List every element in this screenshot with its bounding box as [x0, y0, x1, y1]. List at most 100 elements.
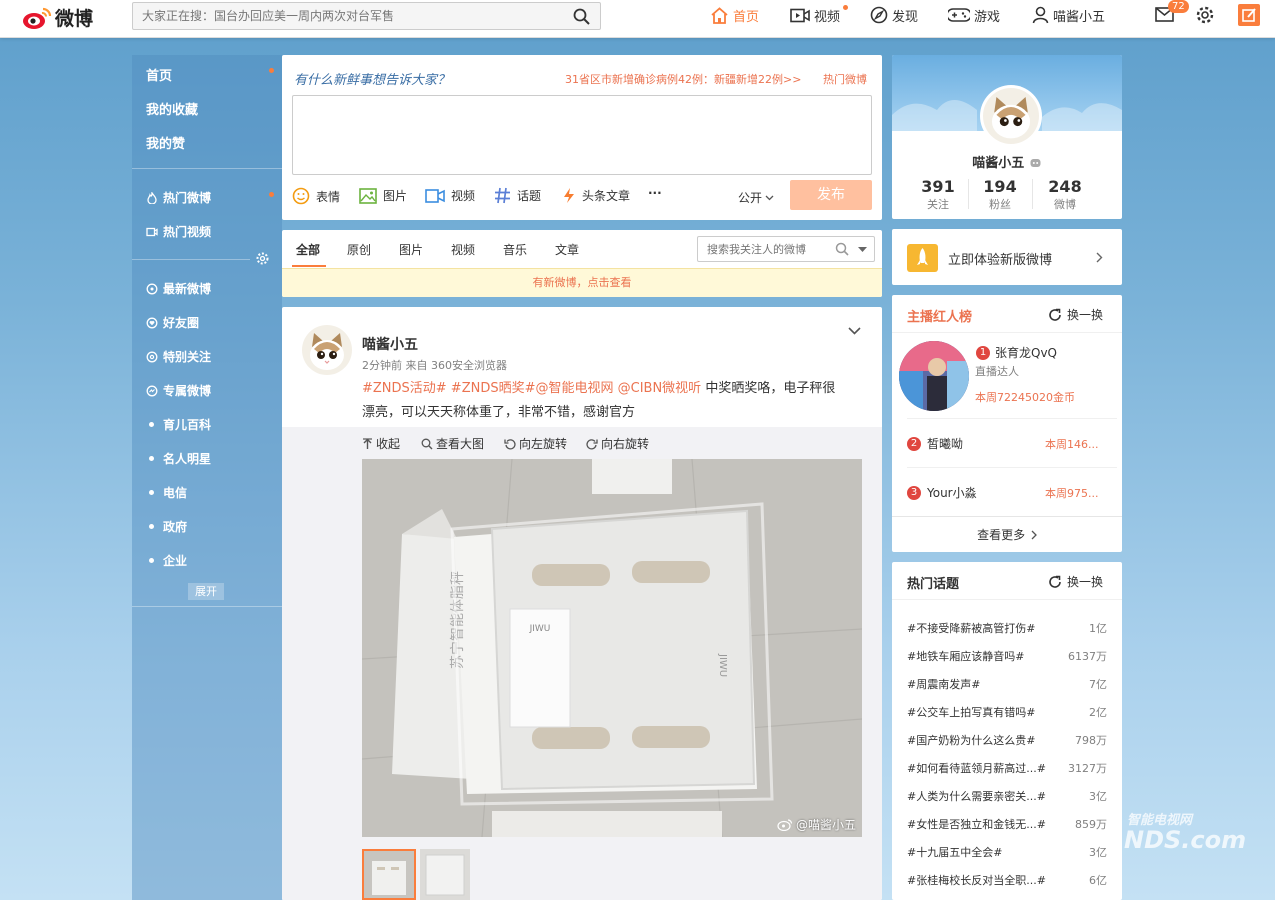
topic-row[interactable]: #张桂梅校长反对当全职...# 6亿	[907, 872, 1107, 888]
tab-videos[interactable]: 视频	[451, 241, 475, 258]
new-posts-notice[interactable]: 有新微博，点击查看	[282, 268, 882, 297]
weibo-mark-icon	[777, 819, 793, 831]
collapse-action[interactable]: 收起	[362, 435, 400, 452]
bullet-icon	[149, 524, 154, 529]
topic-row[interactable]: #地铁车厢应该静音吗# 6137万	[907, 648, 1107, 664]
topic-row[interactable]: #人类为什么需要亲密关...# 3亿	[907, 788, 1107, 804]
sidebar-item-hot-weibo[interactable]: 热门微博	[146, 189, 211, 206]
anchor-refresh-button[interactable]: 换一换	[1048, 306, 1103, 323]
sidebar-group-enterprise[interactable]: 企业	[146, 552, 187, 569]
topic-row[interactable]: #国产奶粉为什么这么贵# 798万	[907, 732, 1107, 748]
topic-row[interactable]: #女性是否独立和金钱无...# 859万	[907, 816, 1107, 832]
sidebar-item-latest[interactable]: 最新微博	[146, 280, 211, 297]
sidebar-item-favorites[interactable]: 我的收藏	[146, 99, 198, 118]
image-tool[interactable]: 图片	[359, 187, 407, 204]
sidebar-item-hot-video[interactable]: 热门视频	[146, 223, 211, 240]
expand-button[interactable]: 展开	[188, 583, 224, 600]
compose-button[interactable]	[1238, 4, 1260, 26]
sidebar-group-government[interactable]: 政府	[146, 518, 187, 535]
hot-new-dot	[269, 192, 274, 197]
sidebar-item-exclusive[interactable]: 专属微博	[146, 382, 211, 399]
sidebar-item-likes[interactable]: 我的赞	[146, 133, 185, 152]
topic-name: #人类为什么需要亲密关...#	[907, 790, 1046, 803]
hot-weibo-link[interactable]: 热门微博	[823, 71, 867, 87]
topic-row[interactable]: #公交车上拍写真有错吗# 2亿	[907, 704, 1107, 720]
tab-music[interactable]: 音乐	[503, 241, 527, 258]
post-avatar[interactable]	[302, 325, 352, 375]
nav-home[interactable]: 首页	[710, 0, 759, 30]
stat-posts[interactable]: 248 微博	[1030, 177, 1100, 212]
topic-row[interactable]: #周震南发声# 7亿	[907, 676, 1107, 692]
nav-video[interactable]: 视频	[790, 0, 840, 30]
settings-gear-icon[interactable]	[256, 252, 269, 265]
post-tags[interactable]: #ZNDS活动# #ZNDS晒奖#@智能电视网 @CIBN微视听	[362, 381, 701, 396]
nav-games[interactable]: 游戏	[948, 0, 1000, 30]
search-icon[interactable]	[573, 8, 590, 25]
new-version-banner[interactable]: 立即体验新版微博	[892, 229, 1122, 285]
profile-name[interactable]: 喵酱小五	[892, 152, 1122, 171]
sidebar-item-label: 我的收藏	[146, 103, 199, 118]
stat-label: 微博	[1054, 198, 1076, 211]
view-more-link[interactable]: 查看更多	[892, 526, 1122, 543]
profile-avatar[interactable]	[980, 85, 1042, 147]
chevron-down-icon[interactable]	[848, 327, 861, 335]
tab-images[interactable]: 图片	[399, 241, 423, 258]
more-tools-button[interactable]: ···	[648, 186, 662, 200]
anchor-3-row[interactable]: 3 Your小淼	[907, 484, 977, 501]
hot-news-link[interactable]: 31省区市新增确诊病例42例：新疆新增22例>>	[565, 71, 801, 87]
action-label: 向左旋转	[519, 437, 568, 451]
emoji-tool[interactable]: 表情	[292, 187, 340, 205]
sidebar-item-home[interactable]: 首页	[146, 65, 172, 84]
rocket-shape	[917, 248, 928, 265]
video-tool[interactable]: 视频	[425, 187, 475, 204]
rotate-left-action[interactable]: 向左旋转	[504, 435, 567, 452]
feed-search-box[interactable]	[697, 236, 875, 262]
sidebar-group-telecom[interactable]: 电信	[146, 484, 187, 501]
post-photo[interactable]: JIWU 苏宁智能体脂秤 JIWU @喵酱小五	[362, 459, 862, 837]
view-more-label: 查看更多	[977, 528, 1026, 542]
gear-icon[interactable]	[1196, 6, 1214, 24]
visibility-select[interactable]: 公开	[738, 189, 774, 206]
topics-refresh-button[interactable]: 换一换	[1048, 573, 1103, 590]
thumbnail-1[interactable]	[362, 849, 416, 900]
tab-articles[interactable]: 文章	[555, 241, 579, 258]
tab-original[interactable]: 原创	[347, 241, 371, 258]
anchor-2-row[interactable]: 2 皙曦呦	[907, 435, 963, 452]
thumbnail-photo	[364, 851, 414, 898]
watermark-line2: NDS.com	[1124, 826, 1247, 854]
rotate-right-action[interactable]: 向右旋转	[586, 435, 649, 452]
stat-number: 391	[921, 177, 955, 196]
anchor-1-avatar[interactable]	[899, 341, 969, 411]
anchor-1-info[interactable]: 1 张育龙QvQ	[976, 344, 1057, 361]
thumbnail-2[interactable]	[420, 849, 470, 900]
search-icon[interactable]	[835, 242, 849, 256]
nav-user[interactable]: 喵酱小五	[1032, 0, 1105, 30]
topic-row[interactable]: #十九届五中全会# 3亿	[907, 844, 1107, 860]
sidebar-group-parenting[interactable]: 育儿百科	[146, 416, 211, 433]
article-tool[interactable]: 头条文章	[562, 187, 630, 204]
sidebar-item-special[interactable]: 特别关注	[146, 348, 211, 365]
nav-discover[interactable]: 发现	[870, 0, 918, 30]
home-new-dot	[269, 68, 274, 73]
weibo-logo[interactable]: 微博	[22, 4, 93, 31]
search-box[interactable]	[132, 2, 601, 30]
topic-row[interactable]: #如何看待蓝领月薪高过...# 3127万	[907, 760, 1107, 776]
composer-textarea[interactable]	[292, 95, 872, 175]
stat-following[interactable]: 391 关注	[903, 177, 973, 212]
submit-button[interactable]: 发布	[790, 180, 872, 210]
tool-label: 视频	[451, 189, 476, 203]
topic-count: 3127万	[1068, 762, 1107, 775]
search-input[interactable]	[133, 3, 553, 29]
stat-followers[interactable]: 194 粉丝	[965, 177, 1035, 212]
topic-row[interactable]: #不接受降薪被高管打伤# 1亿	[907, 620, 1107, 636]
feed-search-input[interactable]	[698, 237, 823, 261]
topic-name: #如何看待蓝领月薪高过...#	[907, 762, 1046, 775]
sidebar-group-celebrities[interactable]: 名人明星	[146, 450, 211, 467]
tab-all[interactable]: 全部	[296, 241, 320, 258]
view-large-action[interactable]: 查看大图	[421, 435, 484, 452]
nav-user-label: 喵酱小五	[1053, 9, 1106, 25]
dropdown-arrow-icon[interactable]	[858, 247, 867, 252]
sidebar-item-friends[interactable]: 好友圈	[146, 314, 199, 331]
post-author[interactable]: 喵酱小五	[362, 334, 418, 354]
topic-tool[interactable]: 话题	[494, 187, 541, 204]
